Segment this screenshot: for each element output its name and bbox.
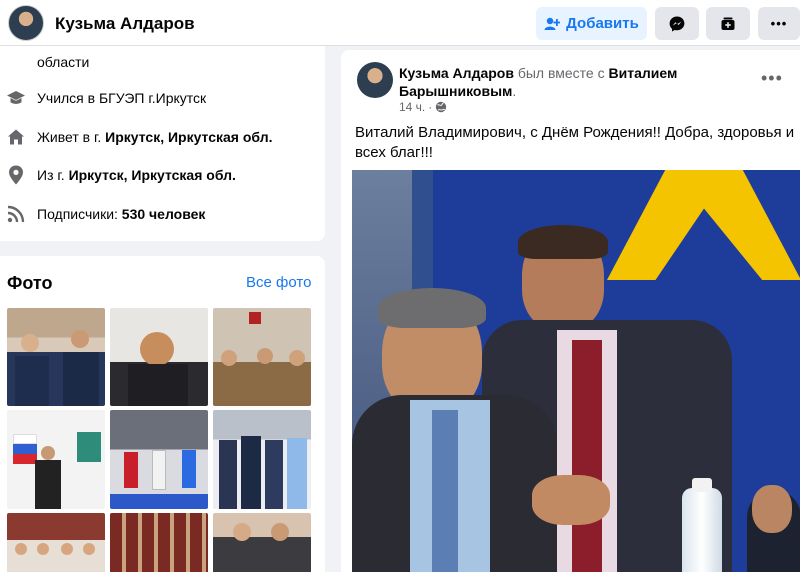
add-friend-label: Добавить bbox=[566, 15, 639, 32]
photo-thumbnail[interactable] bbox=[110, 410, 208, 509]
rss-icon bbox=[6, 204, 26, 224]
backdrop-text-fragment bbox=[747, 290, 800, 342]
photo-thumbnail[interactable] bbox=[7, 513, 105, 572]
messenger-icon bbox=[669, 16, 685, 31]
profile-name[interactable]: Кузьма Алдаров bbox=[55, 14, 195, 34]
post-meta-separator: · bbox=[428, 100, 433, 114]
post-author-avatar[interactable] bbox=[357, 62, 393, 98]
intro-lives-row: Живет в г. Иркутск, Иркутская обл. bbox=[0, 127, 273, 147]
intro-from-prefix: Из г. bbox=[37, 167, 69, 183]
intro-education-row: Учился в БГУЭП г.Иркутск bbox=[0, 88, 206, 108]
intro-followers-prefix: Подписчики: bbox=[37, 206, 122, 222]
profile-header-bar: Кузьма Алдаров Добавить ••• bbox=[0, 0, 800, 46]
photo-thumbnail[interactable] bbox=[213, 513, 311, 572]
home-icon bbox=[6, 127, 26, 147]
intro-region-row: области bbox=[0, 52, 89, 72]
location-pin-icon bbox=[6, 165, 26, 185]
intro-lives-city[interactable]: Иркутск, Иркутская обл. bbox=[105, 129, 272, 145]
intro-from-city[interactable]: Иркутск, Иркутская обл. bbox=[69, 167, 236, 183]
photo-thumbnail[interactable] bbox=[7, 410, 105, 509]
intro-from-row: Из г. Иркутск, Иркутская обл. bbox=[0, 165, 236, 185]
more-dots-icon: ••• bbox=[770, 16, 788, 31]
post-photo[interactable] bbox=[352, 170, 800, 572]
graduation-cap-icon bbox=[6, 88, 26, 108]
photos-card: Фото Все фото bbox=[0, 256, 325, 572]
messenger-button[interactable] bbox=[655, 7, 699, 40]
more-options-button[interactable]: ••• bbox=[758, 7, 800, 40]
photo-thumbnail[interactable] bbox=[213, 308, 311, 406]
intro-card: области Учился в БГУЭП г.Иркутск Живет в… bbox=[0, 35, 325, 241]
post-meta: 14 ч. · bbox=[399, 100, 447, 114]
post-period: . bbox=[512, 83, 517, 99]
photos-title: Фото bbox=[7, 273, 53, 293]
globe-icon bbox=[436, 101, 447, 113]
post-options-button[interactable]: ••• bbox=[761, 68, 783, 89]
post-author-name[interactable]: Кузьма Алдаров bbox=[399, 65, 514, 81]
post-with-text: был вместе с bbox=[513, 65, 609, 81]
see-all-photos-link[interactable]: Все фото bbox=[246, 274, 311, 291]
photo-thumbnail[interactable] bbox=[7, 308, 105, 406]
photo-thumbnail[interactable] bbox=[110, 308, 208, 406]
follow-icon bbox=[721, 17, 735, 30]
follow-button[interactable] bbox=[706, 7, 750, 40]
post-time[interactable]: 14 ч. bbox=[399, 100, 425, 114]
intro-region-text: области bbox=[37, 54, 90, 70]
intro-education-text[interactable]: Учился в БГУЭП г.Иркутск bbox=[37, 90, 206, 106]
work-icon bbox=[6, 52, 26, 72]
post-text: Виталий Владимирович, с Днём Рождения!! … bbox=[355, 124, 795, 161]
intro-lives-prefix: Живет в г. bbox=[37, 129, 106, 145]
intro-followers-value[interactable]: 530 человек bbox=[122, 206, 206, 222]
post-card: Кузьма Алдаров был вместе с Виталием Бар… bbox=[341, 50, 800, 572]
profile-avatar[interactable] bbox=[8, 5, 44, 41]
add-friend-icon bbox=[544, 17, 561, 30]
add-friend-button[interactable]: Добавить bbox=[536, 7, 647, 40]
intro-followers-row: Подписчики: 530 человек bbox=[0, 204, 205, 224]
post-header: Кузьма Алдаров был вместе с Виталием Бар… bbox=[399, 64, 699, 100]
photo-thumbnail[interactable] bbox=[213, 410, 311, 509]
photo-thumbnail[interactable] bbox=[110, 513, 208, 572]
